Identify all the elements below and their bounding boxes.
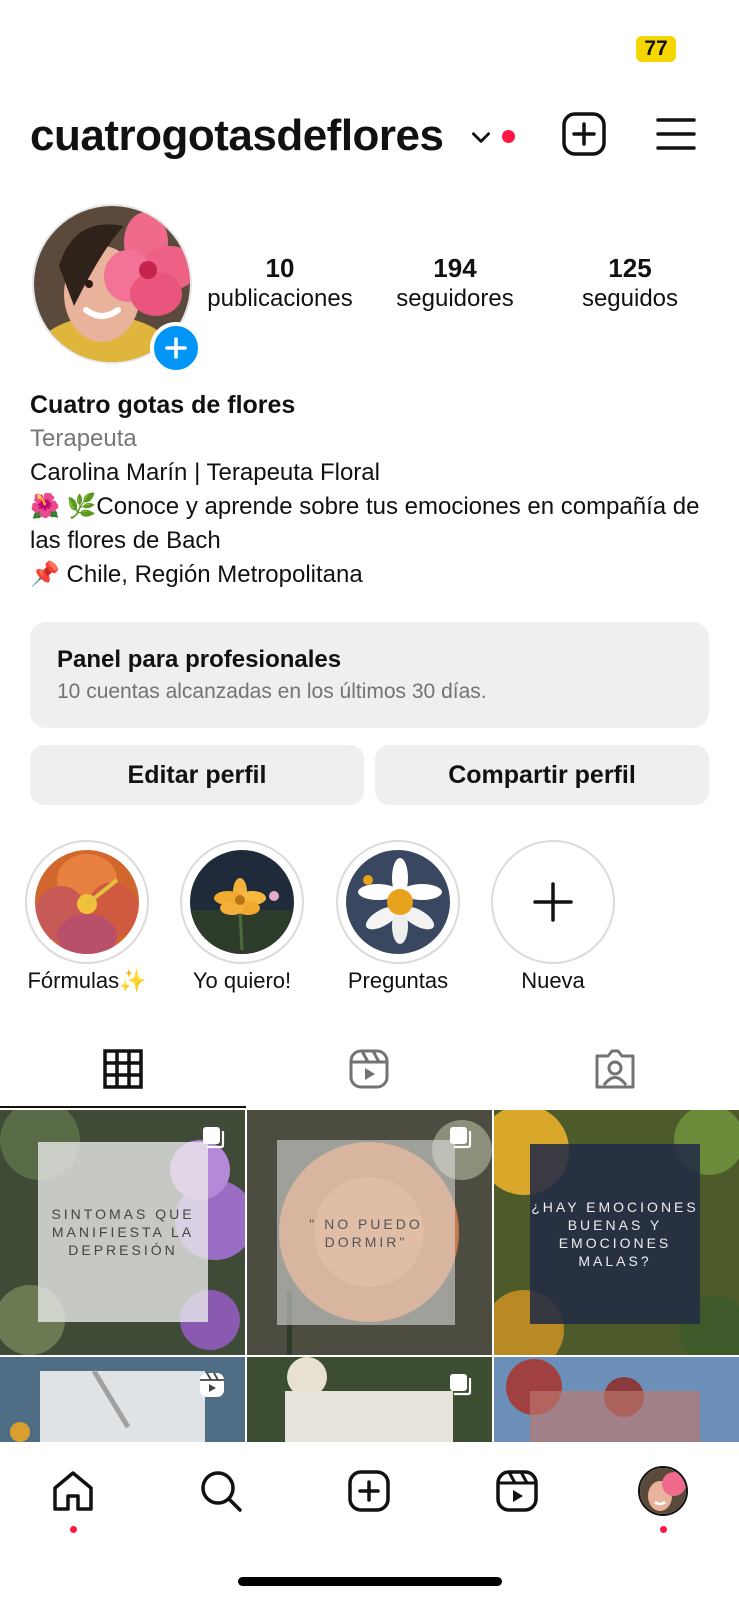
new-highlight-button[interactable] — [491, 840, 615, 964]
chevron-down-icon[interactable] — [468, 124, 494, 150]
highlight-formulas[interactable] — [25, 840, 149, 964]
post-tile[interactable] — [494, 1357, 739, 1442]
username-title[interactable]: cuatrogotasdeflores — [30, 110, 444, 162]
post-caption-card: SINTOMAS QUE MANIFIESTA LA DEPRESIÓN — [38, 1142, 208, 1322]
reels-nav-icon[interactable] — [494, 1468, 540, 1514]
notification-dot — [660, 1526, 667, 1533]
carousel-icon — [450, 1127, 472, 1149]
highlight-label: Yo quiero! — [192, 968, 292, 993]
reels-icon — [200, 1372, 224, 1397]
notification-dot — [502, 130, 515, 143]
post-tile[interactable] — [247, 1357, 492, 1442]
stat-number: 125 — [608, 253, 652, 283]
create-icon[interactable] — [346, 1468, 392, 1514]
highlight-preguntas[interactable] — [336, 840, 460, 964]
profile-tab-avatar[interactable] — [638, 1466, 688, 1516]
dashboard-subtitle: 10 cuentas alcanzadas en los últimos 30 … — [57, 680, 487, 703]
display-name: Cuatro gotas de flores — [30, 391, 296, 419]
share-profile-button[interactable]: Compartir perfil — [375, 745, 709, 805]
post-caption-card: " NO PUEDO DORMIR" — [277, 1140, 455, 1325]
add-story-button[interactable] — [150, 322, 202, 374]
active-tab-indicator — [0, 1106, 246, 1108]
stat-label: publicaciones — [207, 285, 353, 312]
notification-dot — [70, 1526, 77, 1533]
tagged-icon[interactable] — [594, 1048, 636, 1090]
carousel-icon — [450, 1374, 472, 1396]
followers-count[interactable]: 194 seguidores — [370, 252, 540, 314]
menu-icon[interactable] — [652, 110, 700, 158]
posts-count[interactable]: 10 publicaciones — [195, 252, 365, 314]
profile-bio: Cuatro gotas de flores Terapeuta Carolin… — [30, 388, 710, 592]
professional-dashboard[interactable]: Panel para profesionales 10 cuentas alca… — [30, 622, 709, 728]
dashboard-title: Panel para profesionales — [57, 646, 342, 673]
post-tile[interactable]: ¿HAY EMOCIONES BUENAS Y EMOCIONES MALAS? — [494, 1110, 739, 1355]
highlight-yo-quiero[interactable] — [180, 840, 304, 964]
stat-number: 194 — [433, 253, 477, 283]
stat-number: 10 — [265, 253, 295, 283]
grid-icon[interactable] — [102, 1048, 144, 1090]
highlight-label: Nueva — [521, 968, 585, 993]
stat-label: seguidos — [581, 285, 679, 312]
status-badge: 77 — [636, 36, 676, 62]
post-tile[interactable] — [0, 1357, 245, 1442]
plus-icon — [533, 882, 573, 922]
bio-line: Carolina Marín | Terapeuta Floral — [30, 459, 380, 486]
bio-line: 📌 Chile, Región Metropolitana — [30, 561, 363, 588]
post-tile[interactable]: " NO PUEDO DORMIR" — [247, 1110, 492, 1355]
following-count[interactable]: 125 seguidos — [545, 252, 715, 314]
home-icon[interactable] — [50, 1468, 96, 1514]
carousel-icon — [203, 1127, 225, 1149]
category-label: Terapeuta — [30, 425, 137, 452]
highlight-label: Fórmulas✨ — [27, 968, 147, 993]
stat-label: seguidores — [396, 285, 514, 312]
post-tile[interactable]: SINTOMAS QUE MANIFIESTA LA DEPRESIÓN — [0, 1110, 245, 1355]
search-icon[interactable] — [198, 1468, 244, 1514]
reels-icon[interactable] — [348, 1048, 390, 1090]
edit-profile-button[interactable]: Editar perfil — [30, 745, 364, 805]
highlight-label: Preguntas — [347, 968, 449, 993]
create-post-icon[interactable] — [560, 110, 608, 158]
home-indicator — [238, 1577, 502, 1586]
bio-line: 🌺 🌿Conoce y aprende sobre tus emociones … — [30, 493, 700, 554]
post-caption-card: ¿HAY EMOCIONES BUENAS Y EMOCIONES MALAS? — [530, 1144, 700, 1324]
